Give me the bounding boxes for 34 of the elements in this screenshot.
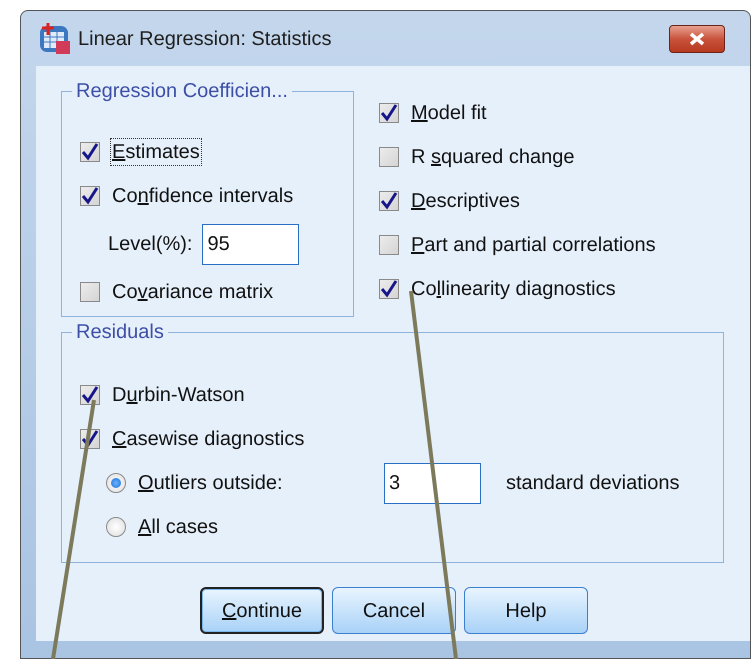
checkbox[interactable] bbox=[80, 142, 100, 162]
checkbox[interactable] bbox=[379, 103, 399, 123]
checkbox-label[interactable]: Descriptives bbox=[409, 187, 522, 215]
close-icon bbox=[688, 32, 706, 46]
checkbox-label[interactable]: Casewise diagnostics bbox=[110, 425, 306, 453]
checkbox-label[interactable]: Collinearity diagnostics bbox=[409, 275, 618, 303]
checkbox-label[interactable]: Durbin-Watson bbox=[110, 381, 247, 409]
input-field[interactable]: 3 bbox=[384, 462, 481, 504]
checkbox[interactable] bbox=[80, 186, 100, 206]
app-icon bbox=[38, 22, 72, 56]
checkbox-label[interactable]: Covariance matrix bbox=[110, 278, 276, 306]
close-button[interactable] bbox=[669, 24, 725, 52]
checkbox-label[interactable]: Model fit bbox=[409, 99, 489, 127]
checkbox[interactable] bbox=[379, 147, 399, 167]
dialog-button[interactable]: Continue bbox=[200, 587, 324, 634]
checkbox[interactable] bbox=[80, 385, 100, 405]
checkbox[interactable] bbox=[379, 235, 399, 255]
checkbox[interactable] bbox=[379, 279, 399, 299]
checkbox[interactable] bbox=[80, 282, 100, 302]
radio-button[interactable] bbox=[106, 517, 126, 537]
checkbox-label[interactable]: Part and partial correlations bbox=[409, 231, 658, 259]
window-title: Linear Regression: Statistics bbox=[78, 26, 332, 52]
dialog-button[interactable]: Cancel bbox=[332, 587, 456, 634]
field-label: Level(%): bbox=[107, 232, 194, 257]
dialog-button[interactable]: Help bbox=[464, 587, 588, 634]
checkbox[interactable] bbox=[379, 191, 399, 211]
field-suffix: standard deviations bbox=[506, 471, 680, 496]
radio-button[interactable] bbox=[106, 473, 126, 493]
checkbox-label[interactable]: Confidence intervals bbox=[110, 182, 296, 210]
checkbox-label[interactable]: Estimates bbox=[110, 138, 202, 166]
input-field[interactable]: 95 bbox=[202, 224, 300, 264]
checkbox-label[interactable]: R squared change bbox=[409, 143, 576, 171]
radio-label[interactable]: All cases bbox=[136, 513, 220, 541]
radio-label[interactable]: Outliers outside: bbox=[136, 469, 374, 497]
